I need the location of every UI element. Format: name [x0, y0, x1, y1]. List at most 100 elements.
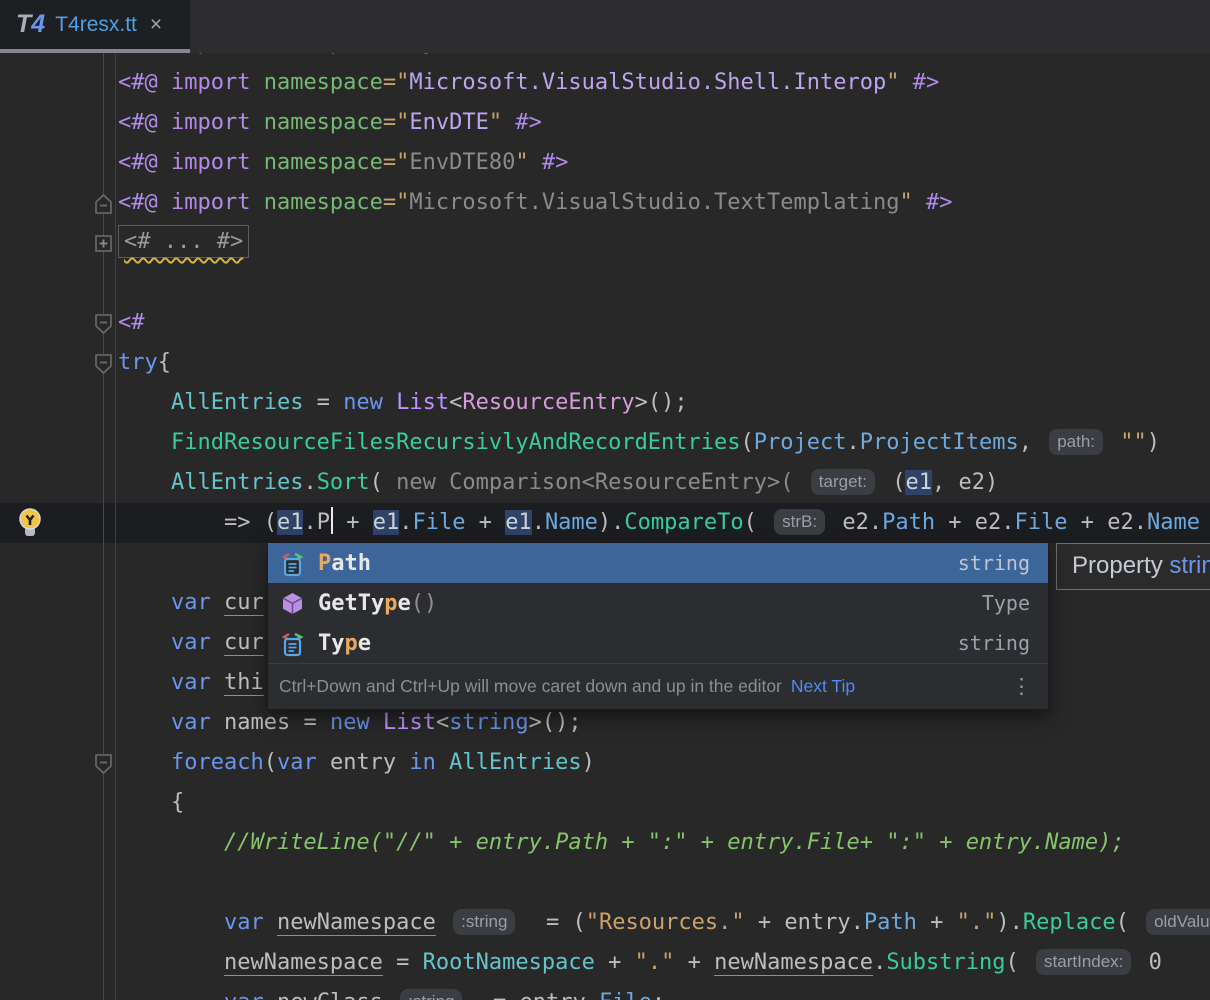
code-token: FindResourceFilesRecursivlyAndRecordEntr…	[171, 430, 741, 455]
code-line[interactable]: <# ... #>	[118, 222, 249, 262]
code-token: import	[171, 150, 264, 175]
code-token: +	[595, 950, 635, 975]
code-line[interactable]: <#@ import namespace="System" #>	[118, 53, 542, 63]
code-line[interactable]: var cur	[118, 623, 264, 663]
code-token: 0	[1135, 950, 1162, 975]
code-token: #>	[515, 53, 542, 55]
code-line[interactable]: //WriteLine("//" + entry.Path + ":" + en…	[118, 823, 1125, 863]
code-token: List	[396, 390, 449, 415]
code-token	[913, 190, 926, 215]
completion-popup-footer: Ctrl+Down and Ctrl+Up will move caret do…	[268, 663, 1048, 709]
code-token: <	[449, 390, 462, 415]
code-token: "."	[957, 910, 997, 935]
code-line[interactable]: AllEntries.Sort( new Comparison<Resource…	[118, 463, 998, 503]
code-token: .	[399, 510, 412, 535]
inline-hint: target:	[811, 469, 875, 495]
fold-open-icon[interactable]	[94, 753, 113, 779]
code-line[interactable]: AllEntries = new List<ResourceEntry>();	[118, 383, 688, 423]
code-token: var	[171, 670, 211, 695]
code-token: <#	[118, 310, 145, 335]
code-line[interactable]: try{	[118, 343, 171, 383]
code-line[interactable]: foreach(var entry in AllEntries)	[118, 743, 595, 783]
code-line[interactable]: <#@ import namespace="Microsoft.VisualSt…	[118, 183, 953, 223]
code-token	[118, 470, 171, 495]
code-token: Name	[545, 510, 598, 535]
completion-item[interactable]: Typestring	[268, 623, 1048, 663]
code-token: .	[303, 470, 316, 495]
lightbulb-icon[interactable]	[17, 507, 43, 543]
code-token: )	[582, 750, 595, 775]
fold-collapsed-icon[interactable]	[94, 234, 113, 257]
code-line[interactable]: <#	[118, 303, 145, 343]
code-token: EnvDTE80	[409, 150, 515, 175]
fold-open-icon[interactable]	[94, 353, 113, 379]
fold-end-icon[interactable]	[94, 193, 113, 219]
more-dots-icon[interactable]: ⋮	[1011, 674, 1034, 699]
code-token: #>	[515, 110, 542, 135]
code-line[interactable]: <#@ import namespace="Microsoft.VisualSt…	[118, 63, 939, 103]
code-token: string	[449, 710, 528, 735]
code-token: File	[412, 510, 465, 535]
code-token: newNamespace	[714, 950, 873, 975]
next-tip-link[interactable]: Next Tip	[791, 676, 855, 697]
ide-window: T4 T4resx.tt × <#@ import namespace="Sys…	[0, 0, 1210, 1000]
code-token: {	[158, 350, 171, 375]
tooltip-kind-label: Property	[1072, 552, 1169, 579]
code-token: Sort	[317, 470, 370, 495]
code-token: entry	[317, 750, 410, 775]
code-token: #>	[926, 190, 953, 215]
code-token: var	[171, 710, 211, 735]
code-token: (	[370, 470, 397, 495]
close-icon[interactable]: ×	[150, 13, 162, 37]
fold-open-icon[interactable]	[94, 313, 113, 339]
completion-item[interactable]: Pathstring	[268, 543, 1048, 583]
code-token	[211, 670, 224, 695]
code-token: ""	[1120, 430, 1147, 455]
code-token: = (	[519, 910, 585, 935]
code-token: Path	[882, 510, 935, 535]
code-token: ="	[383, 190, 410, 215]
code-token: (	[1116, 910, 1143, 935]
code-token: +	[674, 950, 714, 975]
code-token: ="	[383, 70, 410, 95]
code-token: "	[886, 70, 899, 95]
code-line[interactable]: <#@ import namespace="EnvDTE80" #>	[118, 143, 568, 183]
code-token: cur	[224, 630, 264, 655]
code-token: (	[744, 510, 771, 535]
completion-item-type: string	[958, 551, 1030, 575]
code-token: Name	[1147, 510, 1200, 535]
code-line[interactable]: newNamespace = RootNamespace + "." + new…	[118, 943, 1162, 983]
code-editor[interactable]: <#@ import namespace="System" #><#@ impo…	[0, 53, 1210, 1000]
code-token: {	[118, 790, 184, 815]
code-line[interactable]: FindResourceFilesRecursivlyAndRecordEntr…	[118, 423, 1160, 463]
tab-t4resx[interactable]: T4 T4resx.tt ×	[0, 0, 190, 49]
code-token: ).	[996, 910, 1023, 935]
code-token: newNamespace	[277, 910, 436, 935]
code-token: new	[343, 390, 383, 415]
code-token: e1	[505, 510, 532, 535]
code-token: ="	[383, 150, 410, 175]
completion-item[interactable]: GetType()Type	[268, 583, 1048, 623]
code-token: CompareTo	[624, 510, 743, 535]
code-token: <#@	[118, 53, 171, 55]
code-token: )	[1147, 430, 1160, 455]
code-line[interactable]: <#@ import namespace="EnvDTE" #>	[118, 103, 542, 143]
code-line[interactable]: var newNamespace :string = ("Resources."…	[118, 903, 1210, 943]
code-line[interactable]: var newClass :string = entry.File;	[118, 983, 665, 1000]
code-token	[211, 630, 224, 655]
code-token: =	[303, 390, 343, 415]
code-token: +	[333, 510, 373, 535]
code-token: .P	[303, 510, 330, 535]
code-token	[264, 910, 277, 935]
code-line[interactable]: var thi	[118, 663, 264, 703]
code-line[interactable]: => (e1.P + e1.File + e1.Name).CompareTo(…	[118, 503, 1200, 543]
code-token: "	[489, 53, 502, 55]
editor-tab-bar: T4 T4resx.tt ×	[0, 0, 1210, 53]
inline-hint: strB:	[774, 509, 825, 535]
code-token: AllEntries	[171, 470, 303, 495]
code-line[interactable]: {	[118, 783, 184, 823]
completion-item-type: string	[958, 631, 1030, 655]
code-token: namespace	[264, 110, 383, 135]
code-line[interactable]: var cur	[118, 583, 264, 623]
code-token: new Comparison<ResourceEntry>(	[396, 470, 807, 495]
